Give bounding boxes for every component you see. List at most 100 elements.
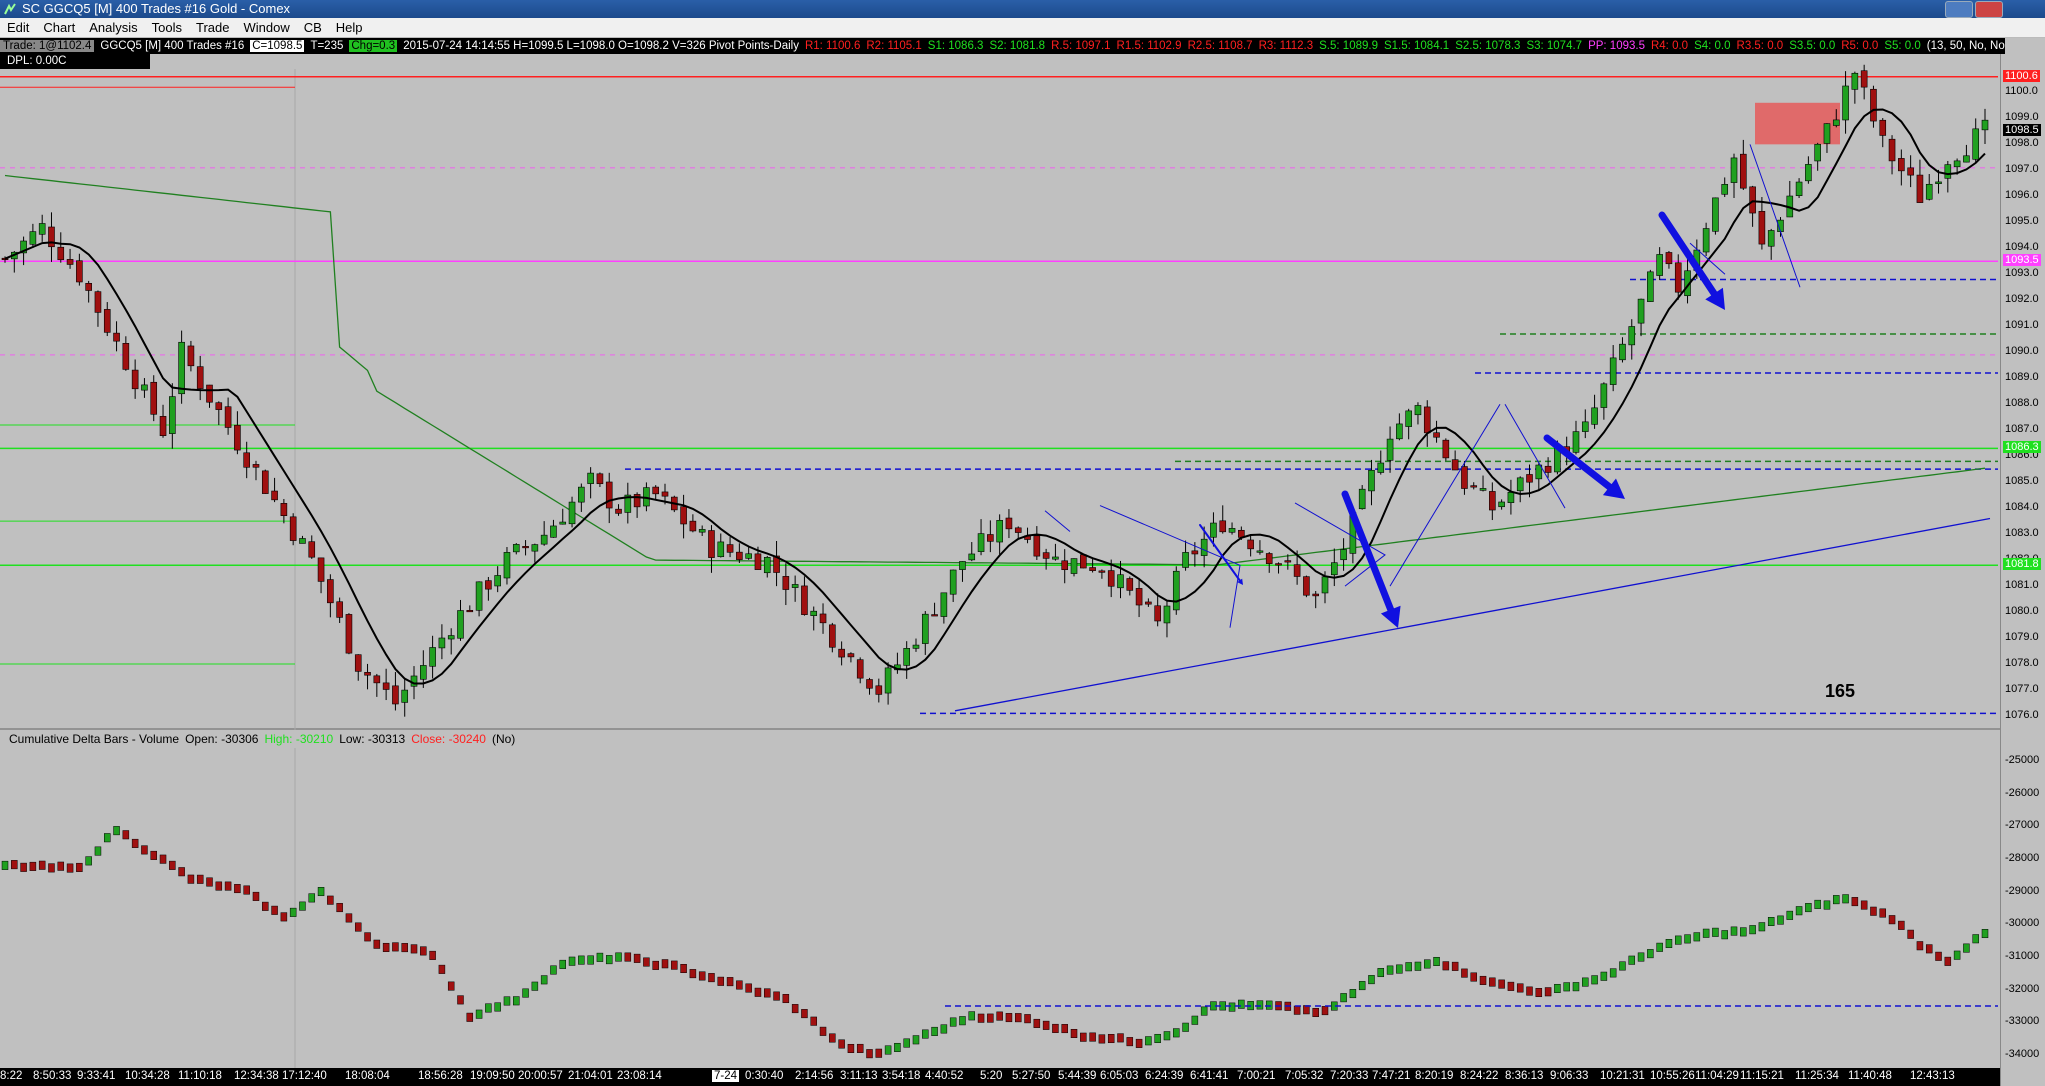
- menu-chart[interactable]: Chart: [36, 18, 82, 37]
- delta-bar: [224, 881, 232, 891]
- delta-bar: [1860, 900, 1868, 910]
- candle-body: [1275, 563, 1282, 566]
- candle-body: [949, 569, 957, 595]
- candle-body: [838, 648, 845, 658]
- candle-body: [1107, 570, 1115, 587]
- window-title: SC GGCQ5 [M] 400 Trades #16 Gold - Comex: [22, 1, 291, 16]
- delta-bar: [1935, 951, 1942, 961]
- price-tick-label: 1096.0: [2005, 189, 2039, 202]
- minimize-button[interactable]: [1945, 1, 1973, 18]
- delta-high: High: -30210: [264, 732, 334, 746]
- delta-tick-label: -28000: [2005, 852, 2040, 865]
- candle-body: [1145, 601, 1152, 605]
- candle-body: [866, 679, 873, 689]
- candle-body: [1647, 271, 1654, 302]
- menu-trade[interactable]: Trade: [189, 18, 236, 37]
- delta-bar: [466, 1012, 474, 1022]
- candle-body: [1451, 459, 1459, 471]
- menu-edit[interactable]: Edit: [0, 18, 36, 37]
- menu-help[interactable]: Help: [329, 18, 370, 37]
- candle-body: [1182, 552, 1189, 568]
- delta-bar: [1554, 983, 1561, 993]
- delta-bar: [1591, 975, 1598, 985]
- candle-body: [1330, 562, 1338, 576]
- candle-body: [1368, 469, 1375, 492]
- delta-bar: [754, 987, 762, 997]
- candle-body: [354, 654, 362, 672]
- candle-body: [1442, 439, 1450, 459]
- time-tick-label: 4:40:52: [925, 1070, 964, 1082]
- delta-tick-label: -26000: [2005, 786, 2040, 799]
- delta-bar: [1396, 964, 1403, 974]
- delta-bar: [819, 1026, 827, 1036]
- delta-bar: [903, 1038, 910, 1048]
- menu-bar: Edit Chart Analysis Tools Trade Window CB Help: [0, 18, 2045, 38]
- delta-bar: [1470, 972, 1477, 982]
- delta-bar: [1340, 993, 1347, 1003]
- delta-bar: [48, 863, 55, 873]
- menu-cb[interactable]: CB: [297, 18, 329, 37]
- delta-bar: [1702, 928, 1710, 938]
- delta-bar: [1024, 1014, 1031, 1024]
- price-tick-label: 1094.0: [2005, 241, 2039, 254]
- delta-bar: [345, 913, 353, 923]
- candle-body: [1823, 123, 1831, 144]
- delta-bar: [1442, 961, 1450, 971]
- delta-bar: [1563, 982, 1570, 992]
- candle-body: [1516, 477, 1524, 492]
- menu-tools[interactable]: Tools: [145, 18, 189, 37]
- delta-bar: [856, 1043, 864, 1053]
- time-tick-label: 12:34:38: [234, 1070, 279, 1082]
- delta-bar: [1647, 949, 1654, 959]
- delta-bar: [1293, 1005, 1301, 1015]
- delta-bar: [373, 939, 381, 949]
- candle-body: [726, 544, 734, 553]
- delta-bar: [429, 950, 436, 960]
- menu-analysis[interactable]: Analysis: [82, 18, 144, 37]
- delta-bar: [1619, 961, 1626, 971]
- candle-body: [605, 481, 613, 509]
- chart-area[interactable]: 165: [0, 54, 2000, 1068]
- price-tag: 1100.6: [2003, 69, 2040, 82]
- delta-bar: [1842, 894, 1849, 904]
- candle-body: [466, 610, 474, 613]
- close-button[interactable]: [1975, 1, 2003, 18]
- delta-bar: [1154, 1033, 1161, 1043]
- candle-body: [336, 601, 343, 618]
- delta-bar: [1080, 1032, 1087, 1042]
- delta-bar: [317, 887, 325, 897]
- price-tick-label: 1098.0: [2005, 137, 2039, 150]
- candle-body: [819, 613, 827, 624]
- delta-bar: [708, 973, 715, 983]
- delta-bar: [38, 860, 46, 870]
- candle-body: [689, 520, 697, 532]
- candle-body: [196, 366, 204, 389]
- candle-body: [94, 291, 102, 313]
- delta-bar: [726, 977, 734, 987]
- price-tick-label: 1097.0: [2005, 163, 2039, 176]
- delta-bar: [773, 991, 780, 1001]
- candle-body: [587, 472, 594, 484]
- symbol-label: GGCQ5 [M] 400 Trades #16: [100, 40, 245, 52]
- delta-bar: [196, 874, 204, 884]
- time-tick-label: 6:24:39: [1145, 1070, 1184, 1082]
- delta-bar: [736, 980, 743, 990]
- time-tick-label: 3:11:13: [840, 1070, 878, 1082]
- menu-window[interactable]: Window: [236, 18, 296, 37]
- price-tag: 1081.8: [2003, 558, 2041, 571]
- candle-body: [1191, 550, 1199, 555]
- candle-body: [1070, 558, 1078, 574]
- candle-body: [1498, 501, 1505, 508]
- delta-bar: [550, 965, 557, 975]
- candle-body: [206, 384, 213, 403]
- candle-body: [959, 561, 966, 570]
- delta-bar: [940, 1024, 948, 1034]
- candle-body: [1089, 567, 1096, 571]
- candle-body: [308, 541, 316, 558]
- candle-body: [652, 486, 660, 495]
- candle-body: [1461, 466, 1468, 489]
- candle-body: [494, 575, 501, 587]
- candle-body: [169, 396, 176, 434]
- delta-bar: [791, 1004, 799, 1014]
- candle-body: [1795, 181, 1803, 196]
